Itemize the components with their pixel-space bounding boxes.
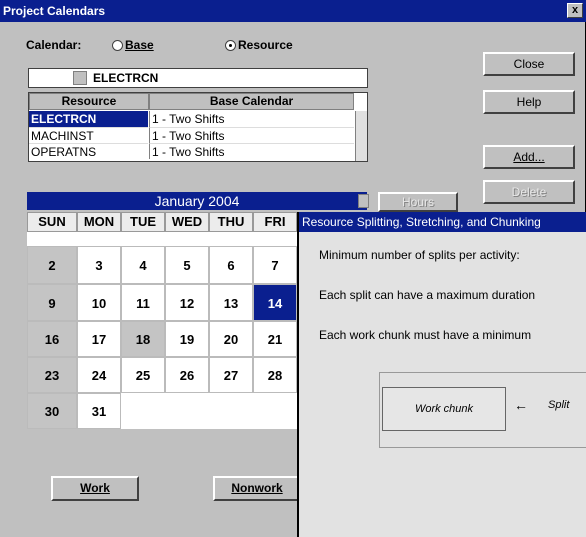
day-header: WED: [165, 212, 209, 232]
calendar-day[interactable]: 26: [165, 357, 209, 393]
hours-button[interactable]: Hours: [378, 192, 458, 212]
calendar-blank-row: [27, 232, 297, 246]
overlay-line-chunk: Each work chunk must have a minimum: [319, 328, 532, 342]
grid-cell-calendar[interactable]: 1 - Two Shifts: [149, 143, 354, 159]
overlay-line-splits: Minimum number of splits per activity:: [319, 248, 520, 262]
calendar-day[interactable]: 14: [253, 284, 297, 321]
overlay-line-duration: Each split can have a maximum duration: [319, 288, 536, 302]
month-dropdown-icon[interactable]: [358, 194, 369, 208]
add-button[interactable]: Add...: [483, 145, 575, 169]
calendar-day[interactable]: 10: [77, 284, 121, 321]
calendar-day[interactable]: 27: [209, 357, 253, 393]
work-button[interactable]: Work: [51, 476, 139, 501]
calendar-day[interactable]: 28: [253, 357, 297, 393]
calendar-day[interactable]: 21: [253, 321, 297, 357]
calendar-month-header: January 2004: [27, 192, 367, 210]
grid-cell-calendar[interactable]: 1 - Two Shifts: [149, 127, 354, 143]
grid-cell-resource[interactable]: ELECTRCN: [29, 111, 148, 127]
day-header: MON: [77, 212, 121, 232]
grid-header-base-calendar[interactable]: Base Calendar: [149, 93, 354, 110]
radio-resource[interactable]: [225, 40, 236, 51]
day-header: SUN: [27, 212, 77, 232]
calendar-day[interactable]: 18: [121, 321, 165, 357]
calendar-day[interactable]: 24: [77, 357, 121, 393]
resource-selector[interactable]: ELECTRCN: [28, 68, 368, 88]
delete-button[interactable]: Delete: [483, 180, 575, 204]
calendar-day[interactable]: 4: [121, 246, 165, 284]
month-label: January 2004: [154, 193, 240, 209]
radio-resource-label: Resource: [238, 38, 293, 52]
calendar-day[interactable]: 16: [27, 321, 77, 357]
overlay-title: Resource Splitting, Stretching, and Chun…: [299, 212, 586, 232]
selector-button-icon[interactable]: [73, 71, 87, 85]
calendar-day[interactable]: 11: [121, 284, 165, 321]
grid-scrollbar[interactable]: [355, 111, 367, 161]
grid-cell-calendar[interactable]: 1 - Two Shifts: [149, 111, 354, 127]
calendar-day[interactable]: 7: [253, 246, 297, 284]
calendar-day[interactable]: 6: [209, 246, 253, 284]
calendar-day[interactable]: 9: [27, 284, 77, 321]
project-calendars-window: Project Calendars x Calendar: Base Resou…: [0, 0, 586, 537]
chunk-diagram: Work chunk ← Split: [379, 372, 586, 448]
radio-base-label: Base: [125, 38, 154, 52]
calendar-blank-area: [121, 393, 297, 429]
split-label: Split: [548, 399, 570, 411]
day-header: THU: [209, 212, 253, 232]
calendar-day[interactable]: 5: [165, 246, 209, 284]
calendar-day[interactable]: 31: [77, 393, 121, 429]
grid-cell-resource[interactable]: MACHINST: [29, 127, 148, 143]
calendar-day[interactable]: 12: [165, 284, 209, 321]
calendar-type-label: Calendar:: [26, 38, 82, 52]
calendar-day[interactable]: 17: [77, 321, 121, 357]
day-header: FRI: [253, 212, 297, 232]
title-bar: Project Calendars x: [0, 0, 586, 22]
close-icon[interactable]: x: [567, 3, 583, 18]
grid-header-resource[interactable]: Resource: [29, 93, 149, 110]
radio-base[interactable]: [112, 40, 123, 51]
calendar-day[interactable]: 25: [121, 357, 165, 393]
calendar-day[interactable]: 23: [27, 357, 77, 393]
calendar-day[interactable]: 13: [209, 284, 253, 321]
calendar-day[interactable]: 2: [27, 246, 77, 284]
calendar-day[interactable]: 20: [209, 321, 253, 357]
nonwork-button[interactable]: Nonwork: [213, 476, 301, 501]
grid-cell-resource[interactable]: OPERATNS: [29, 143, 148, 159]
day-header: TUE: [121, 212, 165, 232]
calendar-day[interactable]: 19: [165, 321, 209, 357]
split-arrow-icon: ←: [514, 397, 528, 413]
close-button[interactable]: Close: [483, 52, 575, 76]
help-button[interactable]: Help: [483, 90, 575, 114]
calendar-day[interactable]: 3: [77, 246, 121, 284]
work-chunk-box: Work chunk: [382, 387, 506, 431]
selector-value: ELECTRCN: [93, 71, 159, 85]
window-title: Project Calendars: [3, 4, 106, 18]
resource-splitting-dialog: Resource Splitting, Stretching, and Chun…: [297, 212, 586, 537]
calendar-day[interactable]: 30: [27, 393, 77, 429]
